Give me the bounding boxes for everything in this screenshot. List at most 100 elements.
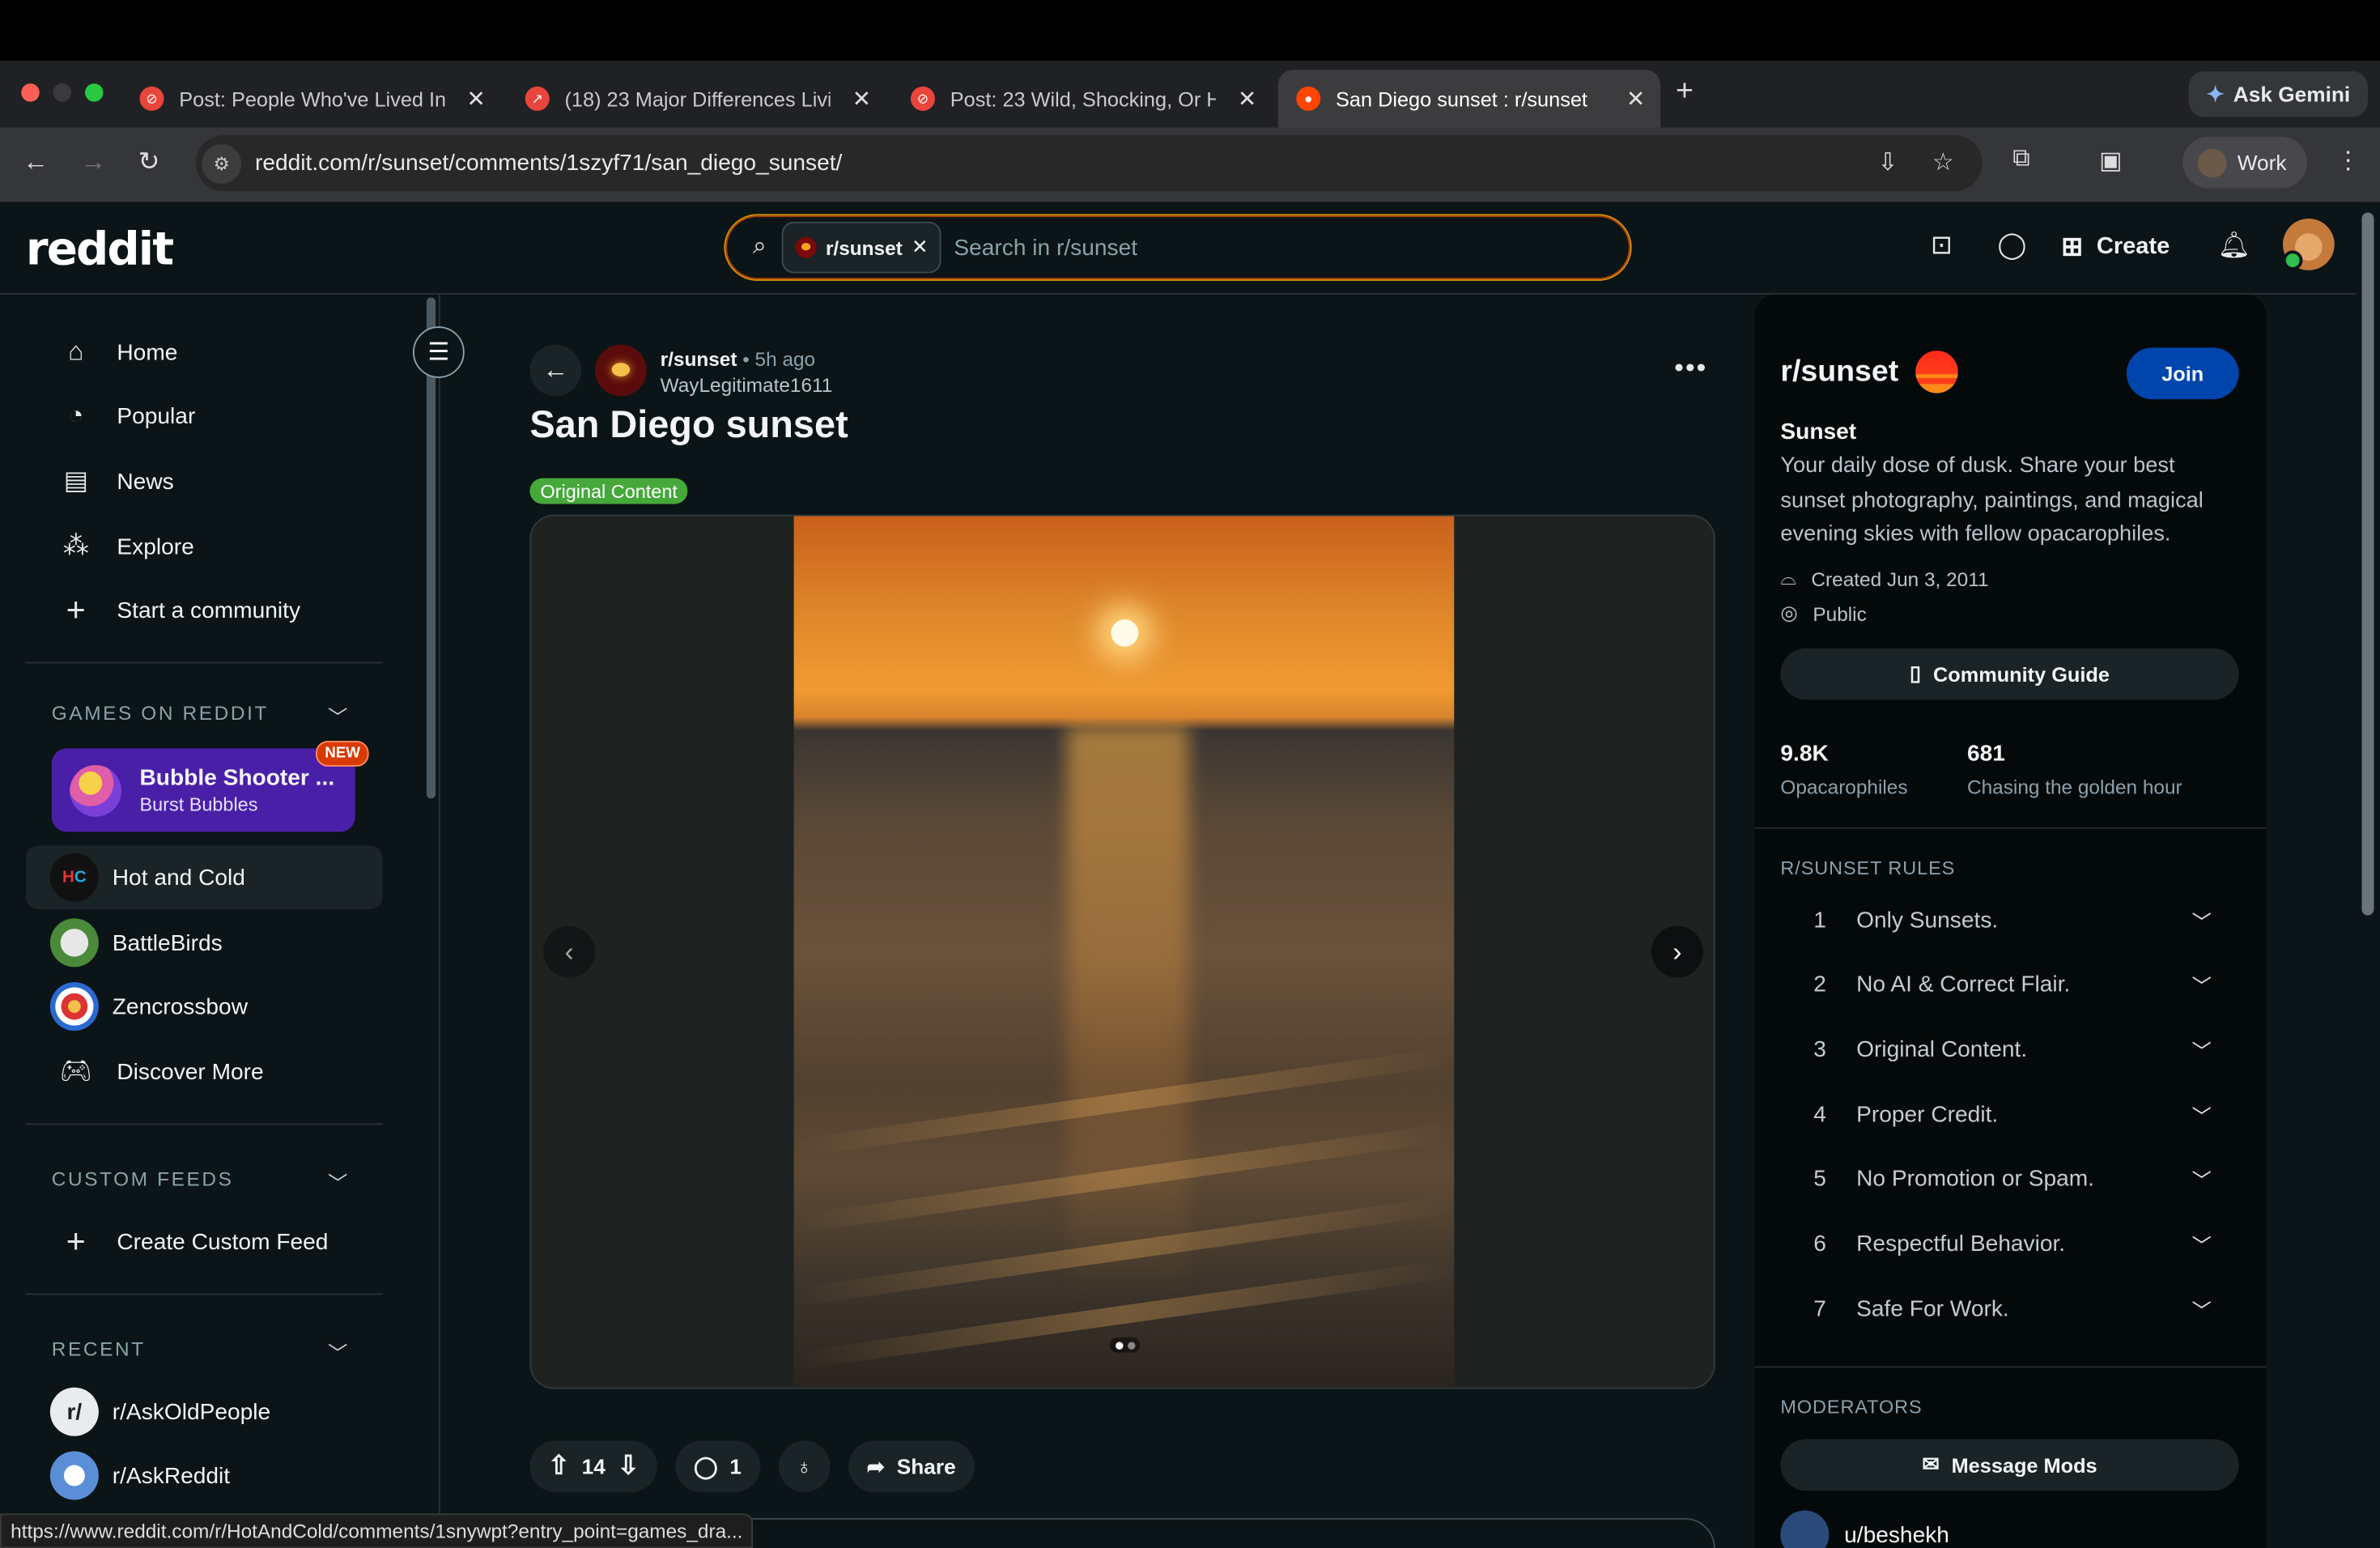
rule-item[interactable]: 1 Only Sunsets. ﹀ — [1780, 888, 2238, 952]
award-icon: ♁ — [796, 1454, 813, 1479]
rule-item[interactable]: 2 No AI & Correct Flair. ﹀ — [1780, 952, 2238, 1016]
sidebar-item-home[interactable]: ⌂ Home — [26, 321, 383, 385]
sidebar-item-askoldpeople[interactable]: r/ r/AskOldPeople — [26, 1380, 383, 1444]
post-time: • 5h ago — [742, 347, 816, 371]
profile-button[interactable]: Work — [2182, 136, 2307, 189]
chevron-down-icon[interactable]: ﹀ — [328, 1167, 347, 1197]
blocked-icon: ⊘ — [911, 86, 935, 111]
sidebar-item-discover-more[interactable]: 🎮︎ Discover More — [26, 1040, 383, 1104]
create-button[interactable]: ⊞ Create — [2061, 220, 2170, 275]
reload-icon[interactable]: ↻ — [138, 147, 160, 178]
post-author[interactable]: WayLegitimate1611 — [661, 372, 833, 398]
chevron-down-icon: ﹀ — [2191, 1299, 2212, 1322]
rule-item[interactable]: 4 Proper Credit. ﹀ — [1780, 1082, 2238, 1146]
reddit-logo[interactable]: reddit — [26, 223, 174, 277]
sidebar-item-news[interactable]: ▤ News — [26, 449, 383, 513]
featured-game-card[interactable]: Bubble Shooter ... Burst Bubbles — [51, 748, 355, 832]
downvote-icon[interactable]: ⇩ — [618, 1452, 640, 1482]
link-status-bar: https://www.reddit.com/r/HotAndCold/comm… — [0, 1513, 754, 1548]
chat-icon[interactable]: ◯ — [1998, 231, 2027, 262]
bookmark-star-icon[interactable]: ☆ — [1932, 147, 1954, 178]
sidebar-item-explore[interactable]: ⁂ Explore — [26, 515, 383, 579]
rule-item[interactable]: 5 No Promotion or Spam. ﹀ — [1780, 1146, 2238, 1210]
sidebar-item-askreddit[interactable]: r/AskReddit — [26, 1444, 383, 1508]
bubble-shooter-icon — [70, 764, 121, 816]
subreddit-link[interactable]: r/sunset — [661, 347, 737, 370]
browser-tab-active[interactable]: ● San Diego sunset : r/sunset ✕ — [1277, 70, 1661, 128]
back-arrow-icon[interactable]: ← — [23, 147, 49, 178]
close-tab-icon[interactable]: ✕ — [852, 85, 872, 113]
gallery-dot-active — [1115, 1341, 1123, 1349]
recent-section-header[interactable]: RECENT — [52, 1337, 146, 1360]
close-tab-icon[interactable]: ✕ — [1238, 85, 1257, 113]
upvote-icon[interactable]: ⇧ — [548, 1452, 570, 1482]
created-row: ⌓ Created Jun 3, 2011 — [1780, 566, 1989, 590]
sidebar-item-hot-and-cold[interactable]: HC Hot and Cold — [25, 845, 383, 910]
browser-tab[interactable]: ↗ (18) 23 Major Differences Livi ✕ — [507, 70, 886, 127]
page-scrollbar[interactable] — [2361, 212, 2374, 916]
chevron-down-icon[interactable]: ﹀ — [328, 1337, 347, 1367]
community-name[interactable]: r/sunset — [1780, 355, 1898, 390]
sidebar-item-create-custom-feed[interactable]: + Create Custom Feed — [26, 1210, 383, 1274]
gallery-prev-button[interactable]: ‹ — [543, 925, 595, 978]
more-menu-icon[interactable]: ⋮ — [2336, 146, 2361, 176]
extensions-icon[interactable]: ⧉ — [2012, 146, 2029, 173]
zencrossbow-icon — [49, 982, 99, 1031]
search-bar[interactable]: ⌕ r/sunset ✕ — [724, 214, 1632, 281]
address-bar[interactable]: ⚙ reddit.com/r/sunset/comments/1szyf71/s… — [195, 134, 1983, 192]
join-button[interactable]: Join — [2126, 347, 2239, 400]
close-window-button[interactable] — [21, 83, 40, 102]
sunset-photo — [793, 516, 1455, 1388]
games-section-header[interactable]: GAMES ON REDDIT — [52, 701, 269, 724]
back-arrow-icon: ← — [542, 355, 569, 385]
sidebar-item-start-community[interactable]: + Start a community — [26, 578, 383, 642]
post-gallery[interactable]: ‹ › — [529, 514, 1715, 1389]
search-input[interactable] — [954, 234, 1531, 261]
install-app-icon[interactable]: ⇩ — [1877, 147, 1898, 178]
left-sidebar: ⌂ Home ◔ Popular ▤ News ⁂ Explore + Start a c… — [0, 294, 440, 1548]
side-panel-icon[interactable]: ▣ — [2099, 146, 2122, 176]
sidebar-item-popular[interactable]: ◔ Popular — [26, 384, 383, 448]
menu-icon: ☰ — [427, 340, 450, 366]
comment-icon: ◯ — [694, 1453, 718, 1478]
award-button[interactable]: ♁ — [778, 1440, 831, 1493]
back-button[interactable]: ← — [529, 344, 582, 397]
close-tab-icon[interactable]: ✕ — [466, 85, 486, 113]
moderator-item[interactable]: u/beshekh — [1780, 1510, 1949, 1548]
new-tab-icon[interactable]: + — [1676, 74, 1694, 109]
remove-chip-icon[interactable]: ✕ — [912, 236, 928, 260]
chevron-down-icon: ﹀ — [2191, 1039, 2212, 1062]
site-settings-icon[interactable]: ⚙ — [202, 143, 242, 183]
browser-tab[interactable]: ⊘ Post: People Who've Lived In ✕ — [121, 70, 501, 127]
rule-item[interactable]: 3 Original Content. ﹀ — [1780, 1017, 2238, 1081]
user-avatar[interactable] — [2283, 219, 2335, 270]
community-guide-button[interactable]: ▯ Community Guide — [1780, 648, 2239, 700]
more-options-icon[interactable]: ••• — [1674, 352, 1707, 384]
rule-item[interactable]: 6 Respectful Behavior. ﹀ — [1780, 1211, 2238, 1275]
notifications-bell-icon[interactable]: 🔔︎ — [2217, 231, 2250, 262]
sun — [1111, 619, 1139, 647]
custom-feeds-section-header[interactable]: CUSTOM FEEDS — [52, 1167, 234, 1190]
post-flair[interactable]: Original Content — [529, 478, 688, 504]
zoom-window-button[interactable] — [85, 83, 104, 102]
message-mods-button[interactable]: ✉ Message Mods — [1780, 1439, 2239, 1491]
collapse-sidebar-button[interactable]: ☰ — [413, 326, 465, 378]
subreddit-avatar[interactable] — [595, 344, 647, 397]
rule-item[interactable]: 7 Safe For Work. ﹀ — [1780, 1277, 2238, 1341]
minimize-window-button[interactable] — [53, 83, 72, 102]
popular-icon: ◔ — [68, 401, 84, 430]
sidebar-item-zencrossbow[interactable]: Zencrossbow — [26, 975, 383, 1039]
hot-and-cold-icon: HC — [49, 853, 99, 902]
close-tab-icon[interactable]: ✕ — [1626, 85, 1646, 113]
comments-button[interactable]: ◯ 1 — [675, 1440, 760, 1493]
chevron-down-icon[interactable]: ﹀ — [328, 701, 347, 730]
ads-icon[interactable]: ⊡ — [1931, 231, 1953, 262]
gallery-next-button[interactable]: › — [1651, 925, 1703, 978]
share-button[interactable]: ➦ Share — [848, 1440, 975, 1493]
subreddit-search-chip[interactable]: r/sunset ✕ — [781, 221, 942, 274]
forward-arrow-icon[interactable]: → — [80, 147, 106, 178]
ask-gemini-button[interactable]: ✦ Ask Gemini — [2188, 71, 2368, 117]
sidebar-item-battlebirds[interactable]: BattleBirds — [26, 911, 383, 975]
globe-icon: ◎ — [1780, 601, 1798, 624]
browser-tab[interactable]: ⊘ Post: 23 Wild, Shocking, Or H ✕ — [893, 70, 1273, 127]
